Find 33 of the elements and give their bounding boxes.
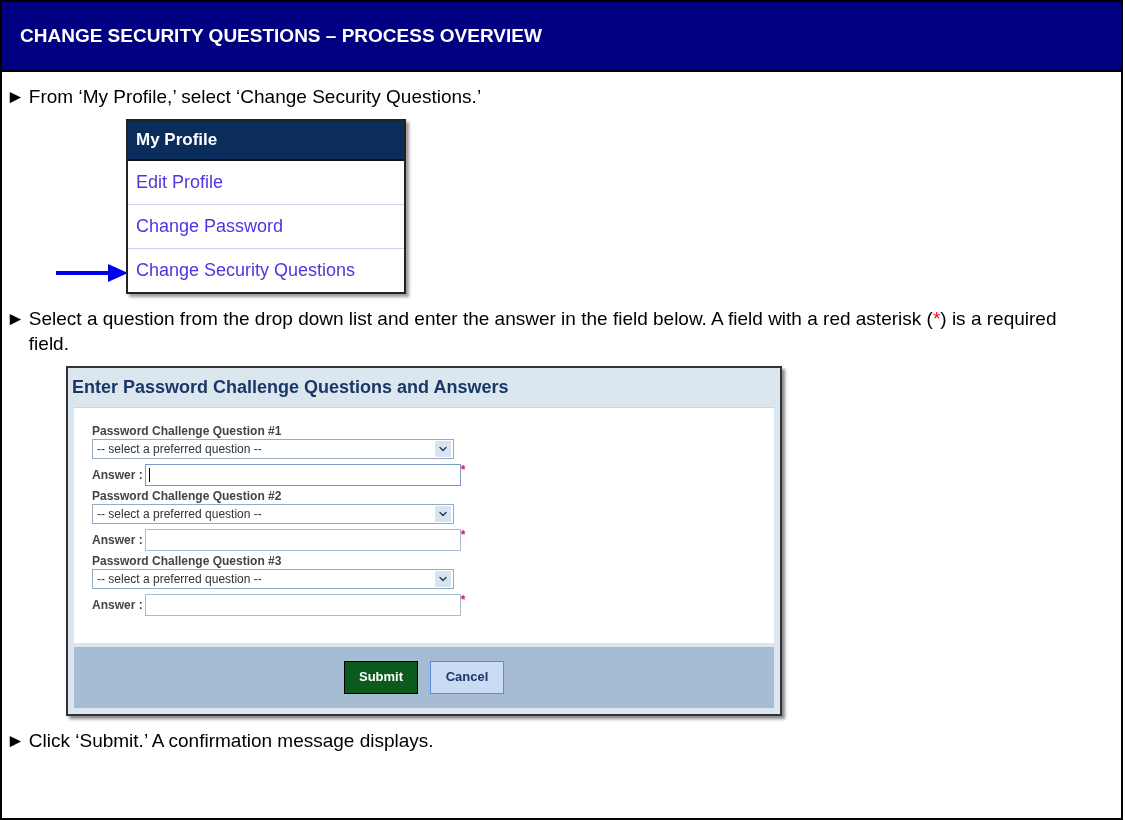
cancel-button[interactable]: Cancel bbox=[430, 660, 504, 694]
dropdown-icon bbox=[435, 570, 451, 587]
question-label: Password Challenge Question #1 bbox=[92, 423, 283, 439]
required-asterisk: * bbox=[460, 528, 466, 541]
menu-link[interactable]: Edit Profile bbox=[128, 160, 404, 204]
form-title: Enter Password Challenge Questions and Answers bbox=[71, 375, 510, 399]
header-bar: CHANGE SECURITY QUESTIONS – PROCESS OVERVIEW bbox=[2, 2, 1121, 72]
answer-input[interactable] bbox=[144, 528, 461, 551]
answer-label: Answer : bbox=[92, 466, 143, 484]
question-label: Password Challenge Question #3 bbox=[92, 553, 283, 569]
dropdown-icon bbox=[435, 440, 451, 457]
question-select[interactable]: -- select a preferred question -- bbox=[92, 438, 454, 459]
answer-label: Answer : bbox=[92, 596, 143, 614]
bullet-pointer: ► bbox=[6, 306, 25, 331]
answer-label: Answer : bbox=[92, 531, 143, 549]
required-asterisk: * bbox=[460, 593, 466, 606]
answer-input[interactable] bbox=[144, 463, 461, 486]
question-label: Password Challenge Question #2 bbox=[92, 488, 283, 504]
submit-button[interactable]: Submit bbox=[344, 660, 418, 694]
bullet-pointer: ► bbox=[6, 85, 25, 109]
instruction-text: Click ‘Submit.’ A confirmation message displays. bbox=[28, 728, 434, 753]
dropdown-icon bbox=[435, 505, 451, 522]
menu-link[interactable]: Change Security Questions bbox=[128, 247, 404, 292]
menu-link[interactable]: Change Password bbox=[128, 203, 404, 248]
instruction-text: From ‘My Profile,’ select ‘Change Security Questions.’ bbox=[28, 85, 482, 109]
bullet-pointer: ► bbox=[6, 728, 25, 753]
menu-header: My Profile bbox=[128, 121, 404, 161]
instruction-text: Select a question from the drop down list and enter the answer in the field below. A field with a red asterisk (*) is a required field. bbox=[28, 306, 1058, 356]
question-select[interactable]: -- select a preferred question -- bbox=[92, 568, 454, 589]
arrow-icon bbox=[56, 261, 128, 284]
required-asterisk: * bbox=[460, 463, 466, 476]
answer-input[interactable] bbox=[144, 593, 461, 616]
question-select[interactable]: -- select a preferred question -- bbox=[92, 503, 454, 524]
